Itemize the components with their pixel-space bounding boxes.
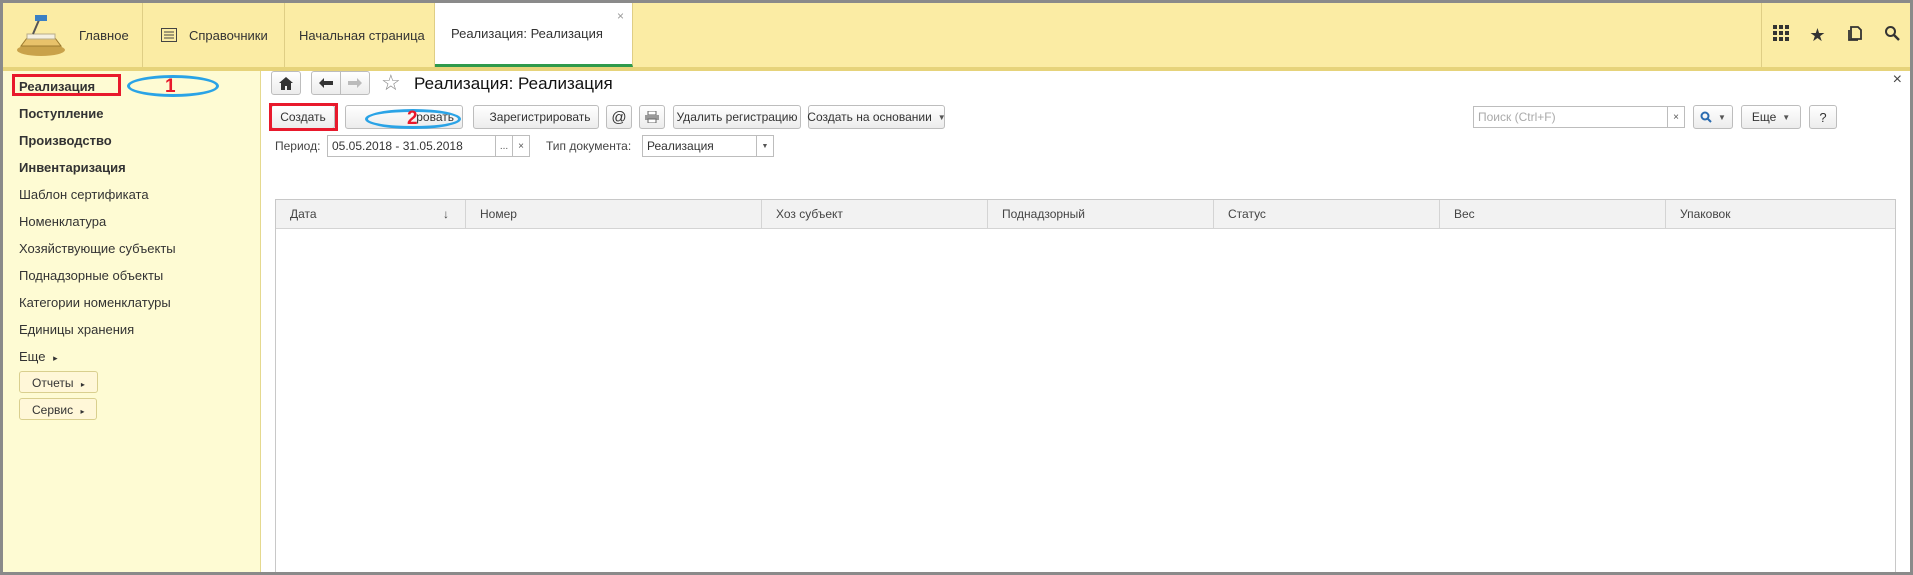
- sidebar-item-more[interactable]: Еще ▸: [19, 349, 58, 364]
- top-section-panel: Главное Справочники Начальная страница Р…: [3, 3, 1910, 71]
- arrow-right-icon: [348, 78, 362, 88]
- column-header-packages[interactable]: Упаковок: [1666, 200, 1895, 228]
- annotation-number-1: 1: [165, 76, 176, 97]
- list-icon: [161, 28, 177, 42]
- app-window: Главное Справочники Начальная страница Р…: [3, 3, 1910, 572]
- service-button[interactable]: Сервис ▸: [19, 398, 98, 420]
- table-body: [276, 229, 1895, 572]
- document-type-label: Тип документа:: [546, 139, 632, 153]
- more-button-label: Еще: [1751, 110, 1777, 124]
- star-icon[interactable]: ★: [1802, 25, 1834, 46]
- tab-start-page[interactable]: Начальная страница: [285, 3, 435, 67]
- caret-down-icon: ▼: [937, 112, 946, 122]
- search-clear-icon[interactable]: ×: [1667, 106, 1685, 128]
- column-header-supervised[interactable]: Поднадзорный: [988, 200, 1214, 228]
- forward-button[interactable]: [340, 71, 370, 95]
- caret-down-icon: ▼: [1718, 112, 1726, 122]
- service-button-label: Сервис: [32, 403, 74, 417]
- back-button[interactable]: [311, 71, 341, 95]
- section-main[interactable]: Главное: [3, 3, 143, 67]
- column-header-status[interactable]: Статус: [1214, 200, 1440, 228]
- period-input[interactable]: 05.05.2018 - 31.05.2018: [327, 135, 496, 157]
- column-header-date[interactable]: Дата ↓: [276, 200, 466, 228]
- sidebar-item-business-entities[interactable]: Хозяйствующие субъекты: [19, 241, 176, 256]
- sidebar-item-production[interactable]: Производство: [19, 133, 112, 148]
- column-header-number[interactable]: Номер: [466, 200, 762, 228]
- print-button[interactable]: [639, 105, 665, 129]
- section-references-label: Справочники: [189, 27, 268, 43]
- sidebar-item-more-label: Еще: [19, 349, 46, 364]
- tab-sales[interactable]: Реализация: Реализация ×: [435, 3, 633, 67]
- column-header-business-entity[interactable]: Хоз субъект: [762, 200, 988, 228]
- column-header-label: Дата: [290, 207, 317, 221]
- page-title: Реализация: Реализация: [414, 74, 613, 93]
- sidebar-item-nomenclature-categories[interactable]: Категории номенклатуры: [19, 295, 171, 310]
- section-main-label: Главное: [79, 27, 129, 43]
- sidebar-item-nomenclature[interactable]: Номенклатура: [19, 214, 106, 229]
- caret-down-icon: ▼: [1782, 112, 1791, 122]
- home-icon: [279, 76, 293, 90]
- period-picker-button[interactable]: ...: [495, 135, 513, 157]
- create-based-on-button[interactable]: Создать на основании ▼: [807, 105, 946, 129]
- column-header-weight[interactable]: Вес: [1440, 200, 1666, 228]
- document-type-dropdown-icon[interactable]: ▼: [756, 135, 774, 157]
- create-based-on-label: Создать на основании: [807, 110, 932, 124]
- register-button-label: Зарегистрировать: [489, 110, 591, 124]
- sort-desc-icon: ↓: [443, 207, 449, 221]
- 1c-logo-icon: [17, 15, 65, 56]
- magnifier-icon: [1700, 111, 1712, 123]
- tab-close-icon[interactable]: ×: [617, 9, 624, 23]
- register-button[interactable]: Зарегистрировать: [473, 105, 599, 129]
- tab-sales-label: Реализация: Реализация: [451, 26, 603, 41]
- period-label: Период:: [275, 139, 321, 153]
- annotation-rect-2: [269, 103, 338, 131]
- search-input[interactable]: Поиск (Ctrl+F): [1473, 106, 1668, 128]
- annotation-number-2: 2: [407, 108, 418, 129]
- more-button[interactable]: Еще ▼: [1741, 105, 1801, 129]
- main-content: ☆ Реализация: Реализация × Создать роват…: [261, 70, 1910, 572]
- sidebar-item-supervised-objects[interactable]: Поднадзорные объекты: [19, 268, 163, 283]
- apps-grid-icon[interactable]: [1765, 24, 1797, 46]
- reports-button[interactable]: Отчеты ▸: [19, 371, 98, 393]
- sidebar: Реализация Поступление Производство Инве…: [3, 71, 261, 572]
- home-button[interactable]: [271, 71, 301, 95]
- section-references[interactable]: Справочники: [143, 3, 285, 67]
- caret-right-icon: ▸: [80, 380, 85, 389]
- document-type-select[interactable]: Реализация: [642, 135, 757, 157]
- reports-button-label: Отчеты: [32, 376, 74, 390]
- favorite-star-icon[interactable]: ☆: [381, 70, 401, 96]
- sidebar-item-storage-units[interactable]: Единицы хранения: [19, 322, 134, 337]
- email-button[interactable]: @: [606, 105, 632, 129]
- printer-icon: [645, 111, 659, 123]
- unregister-button[interactable]: Удалить регистрацию: [673, 105, 801, 129]
- history-icon[interactable]: [1839, 25, 1871, 46]
- documents-table[interactable]: Дата ↓ Номер Хоз субъект Поднадзорный Ст…: [275, 199, 1896, 572]
- table-header: Дата ↓ Номер Хоз субъект Поднадзорный Ст…: [276, 200, 1895, 229]
- search-options-button[interactable]: ▼: [1693, 105, 1733, 129]
- sidebar-item-certificate-template[interactable]: Шаблон сертификата: [19, 187, 149, 202]
- sidebar-item-inventory[interactable]: Инвентаризация: [19, 160, 126, 175]
- caret-right-icon: ▸: [80, 407, 85, 416]
- top-icons-group: ★: [1761, 3, 1910, 67]
- search-icon[interactable]: [1876, 25, 1908, 46]
- close-form-icon[interactable]: ×: [1893, 71, 1902, 89]
- arrow-left-icon: [319, 78, 333, 88]
- annotation-rect-1: [12, 74, 121, 96]
- tab-start-page-label: Начальная страница: [299, 27, 425, 43]
- caret-right-icon: ▸: [53, 353, 58, 363]
- period-clear-icon[interactable]: ×: [512, 135, 530, 157]
- help-button[interactable]: ?: [1809, 105, 1837, 129]
- sidebar-item-receipts[interactable]: Поступление: [19, 106, 104, 121]
